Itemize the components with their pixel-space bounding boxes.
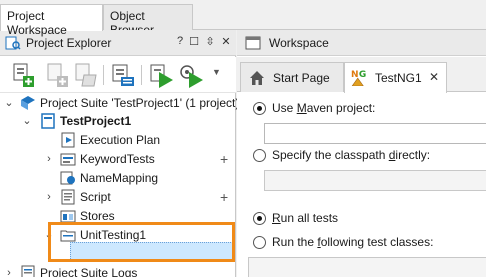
testng-icon: N G — [351, 70, 366, 86]
tab-object-browser[interactable]: Object Browser — [103, 4, 193, 37]
testng-settings-form: Use Maven project: Specify the classpath… — [237, 93, 486, 277]
selection-highlight — [70, 242, 233, 261]
collapse-chevron-icon[interactable]: ⌄ — [22, 112, 32, 131]
run-dropdown-chevron-icon[interactable]: ▼ — [212, 67, 221, 77]
namemapping-icon — [60, 171, 75, 185]
tab-project-workspace[interactable]: Project Workspace — [0, 4, 103, 37]
project-explorer-icon — [5, 36, 21, 50]
run-all-tests-radio[interactable] — [253, 212, 266, 225]
tree-item-stores[interactable]: Stores — [0, 207, 236, 226]
workspace-icon — [245, 36, 261, 50]
tree-label: Project Suite 'TestProject1' (1 project) — [40, 96, 240, 110]
expand-chevron-icon[interactable]: › — [44, 188, 54, 207]
pin-button[interactable]: ⇳ — [204, 35, 216, 48]
execution-plan-icon — [61, 132, 75, 148]
workspace-panel: Workspace Start Page N G TestNG1 ✕ Use M… — [237, 30, 486, 277]
panel-title: Project Explorer — [26, 36, 112, 50]
toolbar-separator — [141, 65, 142, 85]
tree-item-execution-plan[interactable]: Execution Plan — [0, 131, 236, 150]
collapse-chevron-icon[interactable]: ⌄ — [44, 226, 54, 245]
tab-start-page[interactable]: Start Page — [240, 62, 344, 92]
logs-icon — [21, 265, 35, 277]
tree-item-keywordtests[interactable]: › KeywordTests + — [0, 150, 236, 169]
add-existing-item-icon[interactable] — [44, 61, 70, 89]
explorer-toolbar: ▼ — [0, 57, 236, 93]
project-explorer-panel: Project Explorer ? ☐ ⇳ ✕ ▼ ⌄ Project Sui… — [0, 30, 240, 277]
home-icon — [250, 71, 264, 85]
open-folder-icon[interactable] — [72, 61, 98, 89]
run-following-classes-label: Run the following test classes: — [272, 235, 434, 249]
stores-icon — [60, 210, 76, 223]
restore-button[interactable]: ☐ — [188, 35, 200, 48]
tree-label: Project Suite Logs — [40, 266, 138, 277]
close-tab-icon[interactable]: ✕ — [429, 70, 439, 84]
add-new-item-icon[interactable] — [10, 61, 36, 89]
project-icon — [41, 113, 55, 129]
expand-chevron-icon[interactable]: › — [44, 150, 54, 169]
run-all-tests-label: Run all tests — [272, 211, 339, 225]
tree-item-project[interactable]: ⌄ TestProject1 — [0, 112, 236, 131]
keywordtests-icon — [60, 153, 76, 166]
use-maven-label: Use Maven project: — [272, 101, 376, 115]
tree-item-project-suite-logs[interactable]: › Project Suite Logs — [0, 264, 236, 277]
tree-item-project-suite[interactable]: ⌄ Project Suite 'TestProject1' (1 projec… — [0, 94, 240, 113]
workspace-header: Workspace — [237, 30, 486, 56]
toolbar-separator — [103, 65, 104, 85]
tree-label: NameMapping — [80, 171, 159, 185]
specify-classpath-label: Specify the classpath directly: — [272, 148, 431, 162]
run-focused-item-icon[interactable] — [178, 61, 204, 89]
top-tab-bar: Project Workspace Object Browser — [0, 0, 486, 37]
script-icon — [61, 189, 75, 205]
maven-project-input[interactable] — [264, 123, 486, 144]
tree-label: TestProject1 — [60, 114, 132, 128]
project-properties-icon[interactable] — [110, 61, 136, 89]
add-item-icon[interactable]: + — [220, 150, 228, 169]
expand-chevron-icon[interactable]: › — [4, 264, 14, 277]
classpath-input[interactable] — [264, 170, 486, 191]
tab-testng[interactable]: N G TestNG1 ✕ — [344, 62, 447, 93]
help-button[interactable]: ? — [174, 35, 186, 47]
collapse-chevron-icon[interactable]: ⌄ — [4, 94, 14, 113]
tree-label: Execution Plan — [80, 133, 161, 147]
document-tab-bar: Start Page N G TestNG1 ✕ — [237, 57, 486, 93]
tab-label: Start Page — [273, 71, 330, 85]
tree-label: Stores — [80, 209, 115, 223]
tree-label: Script — [80, 190, 111, 204]
run-following-classes-radio[interactable] — [253, 236, 266, 249]
test-classes-list[interactable] — [248, 257, 486, 277]
close-button[interactable]: ✕ — [220, 35, 232, 48]
unittesting-icon — [60, 230, 76, 242]
workspace-title: Workspace — [269, 36, 329, 50]
tab-label: TestNG1 — [375, 71, 422, 85]
tree-item-namemapping[interactable]: NameMapping — [0, 169, 236, 188]
run-project-icon[interactable] — [148, 61, 174, 89]
tree-item-script[interactable]: › Script + — [0, 188, 236, 207]
specify-classpath-radio[interactable] — [253, 149, 266, 162]
project-suite-icon — [21, 96, 35, 110]
svg-text:G: G — [359, 70, 366, 80]
tree-label: KeywordTests — [80, 152, 155, 166]
use-maven-radio[interactable] — [253, 102, 266, 115]
add-item-icon[interactable]: + — [220, 188, 228, 207]
